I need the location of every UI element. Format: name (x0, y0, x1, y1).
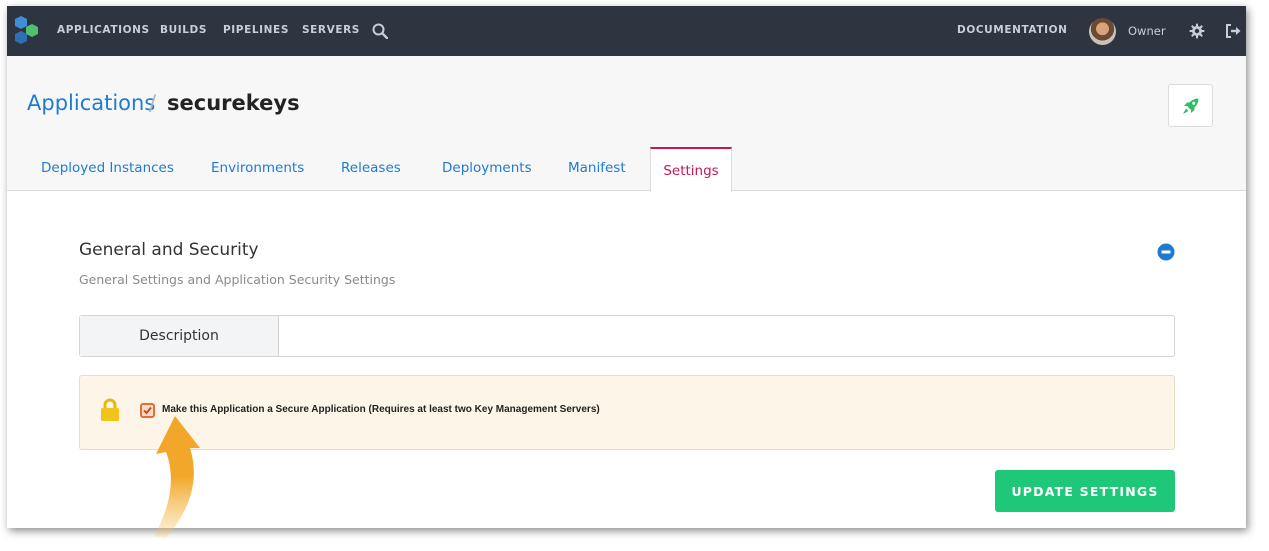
description-field-group: Description (79, 315, 1175, 357)
logout-icon[interactable] (1225, 24, 1241, 38)
search-icon[interactable] (372, 23, 388, 39)
nav-builds[interactable]: BUILDS (160, 24, 207, 36)
update-settings-button[interactable]: UPDATE SETTINGS (995, 470, 1175, 512)
nav-pipelines[interactable]: PIPELINES (223, 24, 289, 36)
collapse-icon[interactable] (1157, 243, 1175, 261)
tab-manifest[interactable]: Manifest (568, 160, 626, 176)
breadcrumb-separator: / (149, 91, 157, 115)
tab-deployed-instances[interactable]: Deployed Instances (41, 160, 174, 176)
tab-settings[interactable]: Settings (650, 147, 732, 192)
breadcrumb-applications[interactable]: Applications (27, 91, 155, 115)
nav-applications[interactable]: APPLICATIONS (57, 24, 150, 36)
annotation-arrow-icon (154, 416, 200, 538)
description-label: Description (80, 316, 279, 356)
gear-icon[interactable] (1189, 23, 1205, 39)
page-header: Applications / securekeys Deployed Insta… (7, 56, 1246, 192)
tab-environments[interactable]: Environments (211, 160, 304, 176)
section-subtitle: General Settings and Application Securit… (79, 272, 396, 287)
user-name[interactable]: Owner (1128, 24, 1166, 38)
description-input[interactable] (279, 316, 1174, 356)
avatar[interactable] (1089, 18, 1116, 45)
tab-deployments[interactable]: Deployments (442, 160, 532, 176)
secure-app-notice: Make this Application a Secure Applicati… (79, 375, 1175, 450)
page-title: securekeys (167, 91, 300, 115)
section-title: General and Security (79, 240, 259, 260)
nav-documentation[interactable]: DOCUMENTATION (957, 24, 1068, 36)
top-navbar: APPLICATIONS BUILDS PIPELINES SERVERS DO… (7, 6, 1246, 56)
secure-app-label[interactable]: Make this Application a Secure Applicati… (162, 404, 600, 415)
nav-servers[interactable]: SERVERS (302, 24, 360, 36)
deploy-button[interactable] (1168, 84, 1213, 127)
rocket-icon (1182, 98, 1198, 114)
lock-icon (101, 398, 119, 421)
tab-releases[interactable]: Releases (341, 160, 401, 176)
logo-icon[interactable] (12, 15, 40, 45)
